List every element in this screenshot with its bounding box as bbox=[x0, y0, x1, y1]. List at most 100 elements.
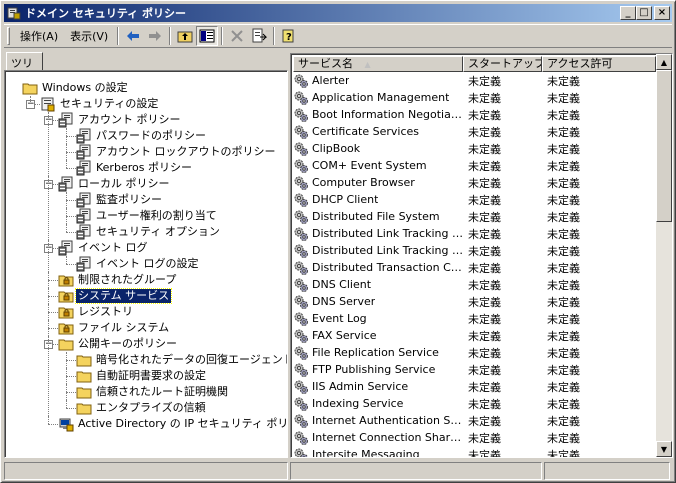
scroll-up-button[interactable]: ▲ bbox=[656, 54, 672, 70]
minimize-glyph: _ bbox=[625, 7, 631, 18]
list-item[interactable]: Internet Authentication Ser... 未定義 未定義 bbox=[293, 412, 656, 429]
list-item[interactable]: DNS Server 未定義 未定義 bbox=[293, 293, 656, 310]
list-item[interactable]: Alerter 未定義 未定義 bbox=[293, 72, 656, 89]
tab-tree[interactable]: ツリー bbox=[6, 52, 43, 86]
list-item[interactable]: Computer Browser 未定義 未定義 bbox=[293, 174, 656, 191]
list-item[interactable]: Distributed File System 未定義 未定義 bbox=[293, 208, 656, 225]
show-hide-tree-button[interactable] bbox=[196, 26, 219, 46]
services-list[interactable]: サービス名 ▲ スタートアップ アクセス許可 Alerter 未定義 未定義 Appl… bbox=[290, 53, 673, 458]
service-name: Alerter bbox=[312, 74, 350, 87]
tree-node[interactable]: システム サービス bbox=[58, 288, 173, 304]
tree-node-label: アカウント ロックアウトのポリシー bbox=[96, 145, 276, 158]
export-list-button[interactable] bbox=[248, 26, 270, 46]
tree-node[interactable]: 公開キーのポリシー bbox=[58, 336, 179, 352]
tree-node[interactable]: レジストリ bbox=[58, 304, 135, 320]
tree-node[interactable]: Active Directory の IP セキュリティ ポリシー bbox=[58, 416, 287, 432]
tree-node[interactable]: セキュリティの設定 bbox=[40, 96, 160, 112]
permission-cell: 未定義 bbox=[547, 380, 580, 394]
tree-connector bbox=[66, 208, 67, 224]
list-item[interactable]: DHCP Client 未定義 未定義 bbox=[293, 191, 656, 208]
tree-connector bbox=[48, 304, 49, 320]
service-name-cell: Internet Authentication Ser... bbox=[293, 413, 463, 429]
action-menu[interactable]: 操作(A) bbox=[14, 26, 64, 46]
gear-service-icon bbox=[293, 226, 309, 242]
list-item[interactable]: Internet Connection Sharing 未定義 未定義 bbox=[293, 429, 656, 446]
tree-node-label: エンタプライズの信頼 bbox=[96, 401, 206, 414]
tree-node[interactable]: セキュリティ オプション bbox=[76, 224, 222, 240]
list-item[interactable]: File Replication Service 未定義 未定義 bbox=[293, 344, 656, 361]
tree-node[interactable]: アカウント ポリシー bbox=[58, 112, 183, 128]
list-item[interactable]: COM+ Event System 未定義 未定義 bbox=[293, 157, 656, 174]
tree-node[interactable]: 自動証明書要求の設定 bbox=[76, 368, 208, 384]
column-header-service-name[interactable]: サービス名 ▲ bbox=[293, 56, 463, 72]
gear-service-icon bbox=[293, 260, 309, 276]
forward-button[interactable] bbox=[144, 26, 166, 46]
tree-node[interactable]: イベント ログ bbox=[58, 240, 150, 256]
service-name: FTP Publishing Service bbox=[312, 363, 436, 376]
list-item[interactable]: Distributed Link Tracking S... 未定義 未定義 bbox=[293, 242, 656, 259]
list-item[interactable]: FTP Publishing Service 未定義 未定義 bbox=[293, 361, 656, 378]
tree-node[interactable]: アカウント ロックアウトのポリシー bbox=[76, 144, 278, 160]
service-name: Distributed File System bbox=[312, 210, 440, 223]
list-item[interactable]: FAX Service 未定義 未定義 bbox=[293, 327, 656, 344]
tree-connector bbox=[48, 296, 58, 297]
tree-node[interactable]: 監査ポリシー bbox=[76, 192, 164, 208]
ip-security-icon bbox=[58, 416, 74, 432]
list-item[interactable]: Distributed Link Tracking C... 未定義 未定義 bbox=[293, 225, 656, 242]
tree-node[interactable]: イベント ログの設定 bbox=[76, 256, 201, 272]
startup-cell: 未定義 bbox=[468, 363, 501, 377]
startup-cell: 未定義 bbox=[468, 414, 501, 428]
maximize-button[interactable]: □ bbox=[636, 6, 652, 20]
toolbar-separator bbox=[221, 27, 224, 45]
tree-node[interactable]: エンタプライズの信頼 bbox=[76, 400, 208, 416]
permission-cell: 未定義 bbox=[547, 363, 580, 377]
tree-node[interactable]: 信頼されたルート証明機関 bbox=[76, 384, 230, 400]
list-item[interactable]: Indexing Service 未定義 未定義 bbox=[293, 395, 656, 412]
column-header-permissions[interactable]: アクセス許可 bbox=[542, 56, 656, 72]
list-item[interactable]: Intersite Messaging 未定義 未定義 bbox=[293, 446, 656, 457]
view-menu[interactable]: 表示(V) bbox=[64, 26, 114, 46]
service-name: Internet Connection Sharing bbox=[312, 431, 463, 444]
tree-node-label: セキュリティ オプション bbox=[96, 225, 220, 238]
tree-node[interactable]: Windows の設定 bbox=[22, 80, 130, 96]
tree-connector bbox=[66, 384, 67, 400]
tree-node[interactable]: ユーザー権利の割り当て bbox=[76, 208, 219, 224]
vertical-scrollbar[interactable]: ▲ ▼ bbox=[656, 54, 672, 457]
service-name-cell: Distributed Link Tracking C... bbox=[293, 226, 463, 242]
service-rows: Alerter 未定義 未定義 Application Management 未定義 未定… bbox=[293, 72, 656, 457]
gear-service-icon bbox=[293, 311, 309, 327]
list-item[interactable]: Application Management 未定義 未定義 bbox=[293, 89, 656, 106]
list-item[interactable]: Distributed Transaction Co... 未定義 未定義 bbox=[293, 259, 656, 276]
back-button[interactable] bbox=[122, 26, 144, 46]
policy-icon bbox=[76, 208, 92, 224]
tree-node[interactable]: 制限されたグループ bbox=[58, 272, 178, 288]
permission-cell: 未定義 bbox=[547, 74, 580, 88]
delete-button[interactable] bbox=[226, 26, 248, 46]
console-tree[interactable]: Windows の設定 セキュリティの設定 − アカウント ポリシー − パスワードのポリ… bbox=[4, 70, 288, 458]
gear-service-icon bbox=[293, 294, 309, 310]
list-item[interactable]: Boot Information Negotiatio... 未定義 未定義 bbox=[293, 106, 656, 123]
gear-service-icon bbox=[293, 328, 309, 344]
help-button[interactable]: ? bbox=[278, 26, 300, 46]
list-item[interactable]: Certificate Services 未定義 未定義 bbox=[293, 123, 656, 140]
tree-node[interactable]: 暗号化されたデータの回復エージェント bbox=[76, 352, 287, 368]
title-bar[interactable]: ドメイン セキュリティ ポリシー _ □ × bbox=[4, 4, 672, 22]
list-item[interactable]: IIS Admin Service 未定義 未定義 bbox=[293, 378, 656, 395]
scroll-down-button[interactable]: ▼ bbox=[656, 441, 672, 457]
close-button[interactable]: × bbox=[654, 6, 670, 20]
toolbar-grip[interactable] bbox=[7, 27, 10, 45]
tree-node[interactable]: Kerberos ポリシー bbox=[76, 160, 194, 176]
tree-node[interactable]: パスワードのポリシー bbox=[76, 128, 208, 144]
scroll-thumb[interactable] bbox=[656, 70, 672, 222]
tree-node[interactable]: ファイル システム bbox=[58, 320, 171, 336]
tree-connector bbox=[66, 400, 67, 408]
service-name: File Replication Service bbox=[312, 346, 439, 359]
column-header-startup[interactable]: スタートアップ bbox=[463, 56, 542, 72]
up-level-button[interactable] bbox=[174, 26, 196, 46]
list-item[interactable]: ClipBook 未定義 未定義 bbox=[293, 140, 656, 157]
minimize-button[interactable]: _ bbox=[620, 6, 636, 20]
list-item[interactable]: DNS Client 未定義 未定義 bbox=[293, 276, 656, 293]
tree-node[interactable]: ローカル ポリシー bbox=[58, 176, 172, 192]
list-item[interactable]: Event Log 未定義 未定義 bbox=[293, 310, 656, 327]
service-name: DNS Client bbox=[312, 278, 372, 291]
